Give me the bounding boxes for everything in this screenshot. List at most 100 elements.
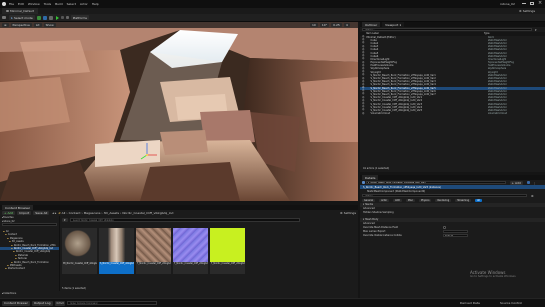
visibility-eye-icon[interactable]: 👁 (362, 93, 365, 95)
menu-file[interactable]: File (9, 2, 14, 6)
filter-physics[interactable]: Physics (418, 198, 432, 202)
visibility-eye-icon[interactable]: 👁 (362, 74, 365, 76)
kebab-icon[interactable]: ⋮ (533, 181, 536, 185)
save-all-button[interactable]: Save All (33, 211, 50, 215)
angle-snap-button[interactable]: 10° (319, 23, 330, 27)
tab-viewport1[interactable]: Viewport 1 (382, 22, 405, 27)
level-viewport[interactable]: ≡ Perspective Lit Show 10 10° 0.25 4 (0, 22, 358, 201)
cmd-button[interactable]: Cmd (54, 300, 66, 306)
visibility-eye-icon[interactable]: 👁 (362, 81, 365, 83)
filter-misc[interactable]: Misc (405, 198, 415, 202)
checkbox[interactable] (443, 226, 446, 229)
tree-search-input[interactable] (2, 222, 57, 226)
grid-snap-button[interactable]: 10 (310, 23, 318, 27)
filter-icon[interactable]: ▾ (535, 28, 537, 32)
tab-outliner[interactable]: Outliner (362, 22, 381, 27)
visibility-eye-icon[interactable]: 👁 (362, 46, 365, 48)
visibility-eye-icon[interactable]: 👁 (362, 55, 365, 57)
breadcrumb-3d-assets[interactable]: 3D_Assets (104, 211, 119, 215)
lit-button[interactable]: Lit (33, 23, 42, 27)
maximize-icon[interactable] (530, 1, 534, 5)
back-icon[interactable]: ◂ (52, 211, 54, 215)
visibility-eye-icon[interactable]: 👁 (362, 113, 365, 115)
visibility-eye-icon[interactable]: 👁 (362, 103, 365, 105)
visibility-eye-icon[interactable]: 👁 (362, 78, 365, 80)
derived-data-label[interactable]: Derived Data (460, 301, 480, 305)
select-mode-button[interactable]: ➤ Select mode (8, 15, 35, 20)
console-input[interactable] (67, 301, 158, 305)
menu-actor[interactable]: Actor (80, 2, 88, 6)
blueprint-icon[interactable] (42, 15, 47, 20)
viewport-menu-button[interactable]: ≡ (2, 23, 9, 27)
outliner-search-input[interactable] (362, 27, 532, 32)
cinematics-icon[interactable] (48, 15, 53, 20)
asset-texture-d[interactable]: T_Nordic_Coastal_Cliff_vlbkgbdq_4K_D (136, 228, 171, 274)
row-override-visible[interactable]: Override Visible Instance Collide Defaul… (360, 233, 545, 238)
menu-build[interactable]: Build (55, 2, 63, 6)
forward-icon[interactable]: ▸ (55, 211, 57, 215)
breadcrumb-megascans[interactable]: Megascans (84, 211, 101, 215)
minimize-icon[interactable] (522, 3, 526, 4)
visibility-eye-icon[interactable]: 👁 (362, 65, 365, 67)
override-visible-dropdown[interactable]: Default (443, 233, 468, 238)
source-control-label[interactable]: Source Control (500, 301, 522, 305)
visibility-eye-icon[interactable]: 👁 (362, 100, 365, 102)
breadcrumb-all[interactable]: All (62, 211, 66, 215)
visibility-eye-icon[interactable]: 👁 (362, 97, 365, 99)
content-drawer-button[interactable]: Content Drawer (2, 300, 30, 306)
visibility-eye-icon[interactable]: 👁 (362, 84, 365, 86)
close-icon[interactable]: × (538, 0, 542, 6)
visibility-eye-icon[interactable]: 👁 (362, 62, 365, 64)
add-button[interactable]: + Add (2, 211, 16, 215)
platforms-button[interactable]: Platforms (70, 15, 89, 20)
menu-window[interactable]: Window (28, 2, 40, 6)
filter-all[interactable]: All (475, 198, 482, 202)
folder-tree-item[interactable]: ▰ StarterContent (0, 267, 59, 270)
perspective-button[interactable]: Perspective (10, 23, 32, 27)
content-settings-button[interactable]: ⚙ Settings (340, 211, 356, 215)
settings-button[interactable]: ⚙ Settings (519, 9, 535, 13)
asset-static-mesh[interactable]: S_Nordic_Coastal_Cliff_vlbkgbdq_lod0_Var… (99, 228, 134, 274)
menu-edit[interactable]: Edit (18, 2, 24, 6)
show-button[interactable]: Show (43, 23, 56, 27)
visibility-eye-icon[interactable]: 👁 (362, 58, 365, 60)
visibility-eye-icon[interactable]: 👁 (362, 52, 365, 54)
settings-small-icon[interactable]: ⚙ (531, 194, 534, 198)
visibility-eye-icon[interactable]: 👁 (362, 39, 365, 41)
menu-tools[interactable]: Tools (44, 2, 51, 6)
visibility-eye-icon[interactable]: 👁 (362, 106, 365, 108)
breadcrumb-content[interactable]: Content (69, 211, 81, 215)
menu-select[interactable]: Select (67, 2, 76, 6)
stop-icon[interactable] (65, 16, 69, 19)
visibility-eye-icon[interactable]: 👁 (362, 42, 365, 44)
play-icon[interactable] (55, 15, 59, 20)
visibility-eye-icon[interactable]: 👁 (362, 49, 365, 51)
asset-texture-ordp[interactable]: T_Nordic_Coastal_Cliff_vlbkgbdq_4K_ORDp (210, 228, 245, 274)
details-search-input[interactable] (362, 193, 527, 198)
max-lumen-field[interactable] (443, 229, 468, 234)
visibility-eye-icon[interactable]: 👁 (362, 109, 365, 111)
visibility-eye-icon[interactable]: 👁 (362, 36, 365, 38)
actor-name-field[interactable] (365, 180, 506, 185)
filter-actor[interactable]: Actor (379, 198, 390, 202)
save-icon[interactable] (2, 15, 6, 20)
menu-help[interactable]: Help (92, 2, 99, 6)
add-actor-icon[interactable] (36, 15, 41, 20)
collections-row[interactable]: ▸ Collections (2, 292, 16, 295)
scene-render[interactable] (0, 22, 358, 201)
asset-material-instance[interactable]: MI_Nordic_Coastal_Cliff_vlbkgbdq_4K (62, 228, 97, 274)
filter-lod[interactable]: LOD (393, 198, 402, 202)
filter-general[interactable]: General (362, 198, 376, 202)
skip-icon[interactable] (60, 16, 64, 19)
visibility-eye-icon[interactable]: 👁 (362, 68, 365, 70)
asset-search-input[interactable] (69, 218, 300, 222)
unreal-logo-icon[interactable] (2, 2, 6, 6)
visibility-eye-icon[interactable]: 👁 (362, 71, 365, 73)
filter-rendering[interactable]: Rendering (435, 198, 452, 202)
tab-content-browser[interactable]: Content Browser (2, 205, 34, 210)
filter-button[interactable]: ▾ (62, 218, 68, 222)
blueprint-icon-small[interactable] (526, 181, 530, 184)
tab-details[interactable]: Details (362, 175, 379, 180)
visibility-eye-icon[interactable]: 👁 (362, 90, 365, 92)
scale-snap-button[interactable]: 0.25 (331, 23, 342, 27)
